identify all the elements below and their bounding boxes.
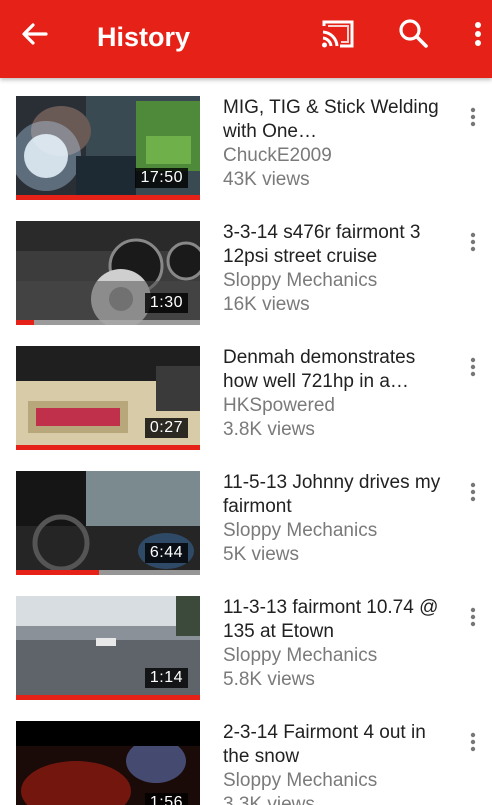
video-info: 11-5-13 Johnny drives my fairmont Sloppy… bbox=[223, 471, 448, 567]
video-thumbnail[interactable]: 1:14 bbox=[16, 596, 200, 700]
video-thumbnail[interactable]: 1:30 bbox=[16, 221, 200, 325]
watch-progress-bar bbox=[16, 445, 200, 450]
video-thumbnail[interactable]: 1:56 bbox=[16, 721, 200, 805]
video-info: MIG, TIG & Stick Welding with One… Chuck… bbox=[223, 96, 448, 192]
watch-progress-bar bbox=[16, 195, 200, 200]
channel-name: Sloppy Mechanics bbox=[223, 520, 378, 541]
watch-progress-bar bbox=[16, 320, 200, 325]
channel-name: HKSpowered bbox=[223, 395, 335, 416]
view-count: 3.8K views bbox=[223, 419, 315, 440]
more-vert-icon[interactable] bbox=[464, 231, 482, 253]
more-vert-icon[interactable] bbox=[464, 356, 482, 378]
arrow-back-icon[interactable] bbox=[18, 18, 50, 50]
video-thumbnail[interactable]: 17:50 bbox=[16, 96, 200, 200]
duration-badge: 6:44 bbox=[144, 543, 188, 563]
view-count: 3.3K views bbox=[223, 794, 315, 805]
view-count: 43K views bbox=[223, 169, 310, 190]
video-title[interactable]: MIG, TIG & Stick Welding with One… bbox=[223, 96, 448, 144]
watch-progress-fill bbox=[16, 195, 200, 200]
channel-name: Sloppy Mechanics bbox=[223, 645, 378, 666]
more-vert-icon[interactable] bbox=[464, 481, 482, 503]
watch-progress-fill bbox=[16, 570, 99, 575]
watch-progress-fill bbox=[16, 320, 35, 325]
video-title[interactable]: 11-3-13 fairmont 10.74 @ 135 at Etown bbox=[223, 596, 448, 644]
video-item[interactable]: 0:27 Denmah demonstrates how well 721hp … bbox=[0, 328, 492, 453]
video-item[interactable]: 17:50 MIG, TIG & Stick Welding with One…… bbox=[0, 78, 492, 203]
more-vert-icon[interactable] bbox=[464, 606, 482, 628]
video-info: Denmah demonstrates how well 721hp in a…… bbox=[223, 346, 448, 442]
watch-progress-fill bbox=[16, 445, 200, 450]
more-vert-icon[interactable] bbox=[466, 16, 490, 52]
cast-icon[interactable] bbox=[320, 18, 356, 50]
view-count: 16K views bbox=[223, 294, 310, 315]
view-count: 5.8K views bbox=[223, 669, 315, 690]
app-bar: History bbox=[0, 0, 492, 78]
video-info: 3-3-14 s476r fairmont 3 12psi street cru… bbox=[223, 221, 448, 317]
video-item[interactable]: 1:14 11-3-13 fairmont 10.74 @ 135 at Eto… bbox=[0, 578, 492, 703]
video-info: 2-3-14 Fairmont 4 out in the snow Sloppy… bbox=[223, 721, 448, 805]
channel-name: Sloppy Mechanics bbox=[223, 770, 378, 791]
video-title[interactable]: 3-3-14 s476r fairmont 3 12psi street cru… bbox=[223, 221, 448, 269]
page-title: History bbox=[97, 22, 191, 52]
watch-progress-bar bbox=[16, 570, 200, 575]
video-title[interactable]: Denmah demonstrates how well 721hp in a… bbox=[223, 346, 448, 394]
view-count: 5K views bbox=[223, 544, 300, 565]
video-item[interactable]: 1:56 2-3-14 Fairmont 4 out in the snow S… bbox=[0, 703, 492, 805]
video-item[interactable]: 6:44 11-5-13 Johnny drives my fairmont S… bbox=[0, 453, 492, 578]
duration-badge: 1:30 bbox=[144, 293, 188, 313]
more-vert-icon[interactable] bbox=[464, 731, 482, 753]
duration-badge: 1:56 bbox=[144, 793, 188, 805]
duration-badge: 0:27 bbox=[144, 418, 188, 438]
duration-badge: 17:50 bbox=[135, 168, 188, 188]
video-item[interactable]: 1:30 3-3-14 s476r fairmont 3 12psi stree… bbox=[0, 203, 492, 328]
video-title[interactable]: 11-5-13 Johnny drives my fairmont bbox=[223, 471, 448, 519]
video-info: 11-3-13 fairmont 10.74 @ 135 at Etown Sl… bbox=[223, 596, 448, 692]
video-thumbnail[interactable]: 0:27 bbox=[16, 346, 200, 450]
channel-name: Sloppy Mechanics bbox=[223, 270, 378, 291]
duration-badge: 1:14 bbox=[144, 668, 188, 688]
video-title[interactable]: 2-3-14 Fairmont 4 out in the snow bbox=[223, 721, 448, 769]
search-icon[interactable] bbox=[396, 16, 430, 50]
more-vert-icon[interactable] bbox=[464, 106, 482, 128]
channel-name: ChuckE2009 bbox=[223, 145, 332, 166]
watch-progress-bar bbox=[16, 695, 200, 700]
history-list: 17:50 MIG, TIG & Stick Welding with One…… bbox=[0, 78, 492, 805]
watch-progress-fill bbox=[16, 695, 200, 700]
video-thumbnail[interactable]: 6:44 bbox=[16, 471, 200, 575]
